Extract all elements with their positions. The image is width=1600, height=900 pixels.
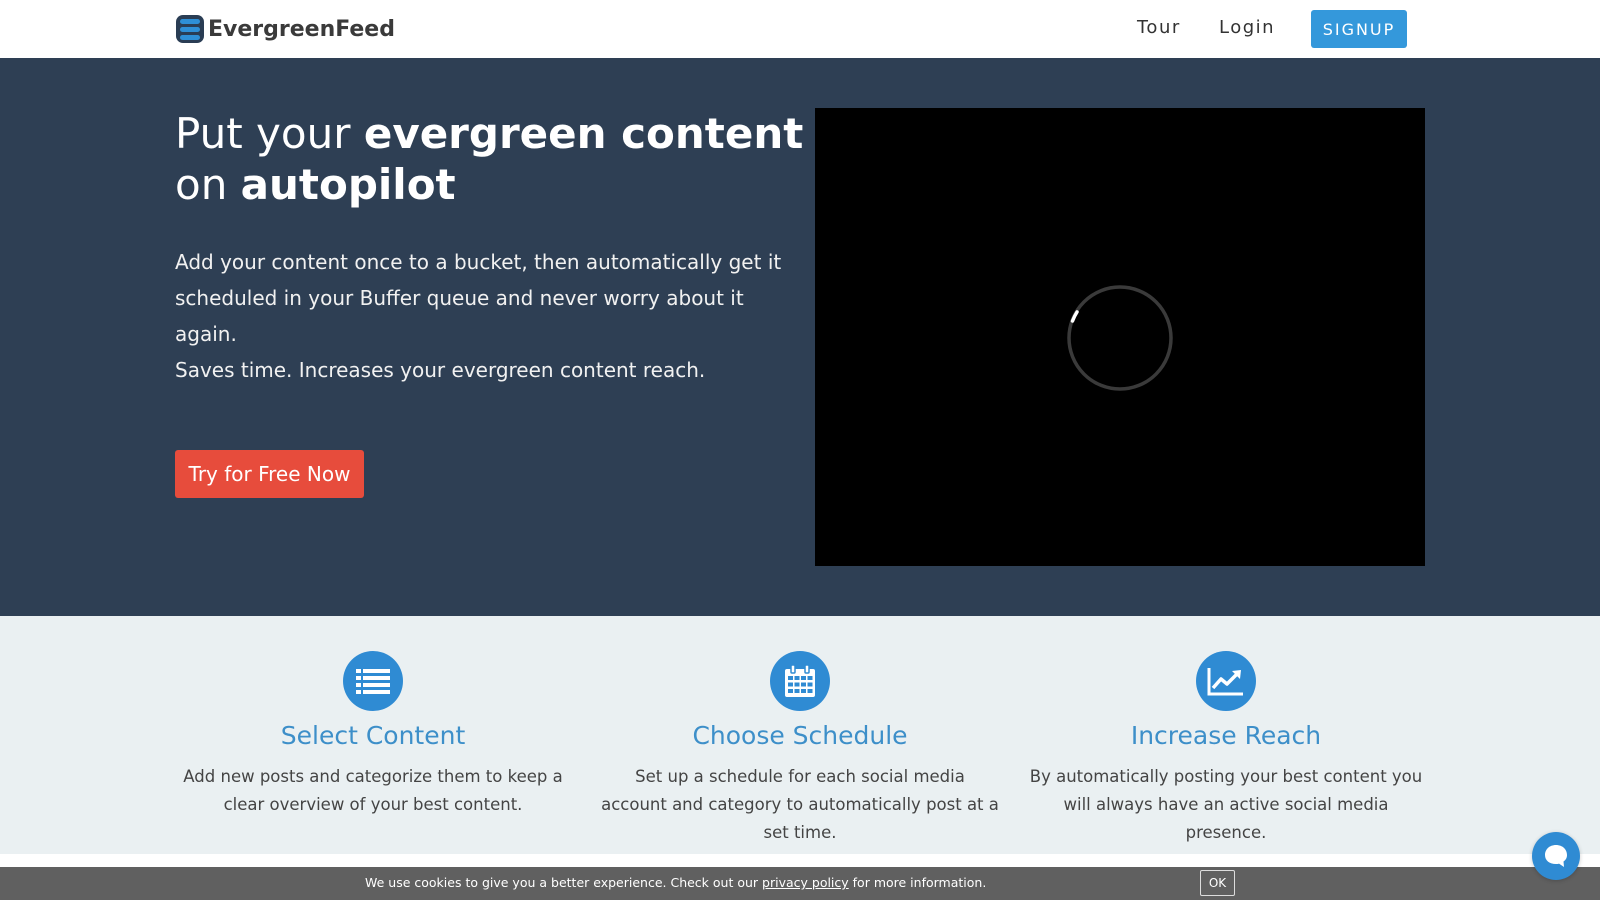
chat-widget-button[interactable] [1532, 832, 1580, 880]
feature-title: Select Content [280, 721, 466, 750]
nav-login-link[interactable]: Login [1219, 17, 1275, 38]
hero-title-text-1: Put your [175, 109, 364, 158]
video-player[interactable] [815, 108, 1425, 566]
feature-description: By automatically posting your best conte… [1029, 767, 1423, 842]
cookie-text-before: We use cookies to give you a better expe… [365, 875, 763, 890]
loading-spinner-icon [1067, 285, 1173, 391]
calendar-icon [770, 651, 830, 711]
cookie-ok-button[interactable]: OK [1200, 870, 1235, 896]
top-navbar: EvergreenFeed Tour Login SIGNUP [0, 0, 1600, 58]
hero-title-bold-2: autopilot [240, 160, 456, 209]
hero-title-bold-1: evergreen content [363, 109, 804, 158]
chat-bubble-icon [1545, 845, 1567, 867]
feature-title: Choose Schedule [692, 721, 908, 750]
privacy-policy-link[interactable]: privacy policy [762, 875, 849, 890]
cookie-message: We use cookies to give you a better expe… [365, 875, 986, 890]
cookie-banner: We use cookies to give you a better expe… [0, 867, 1600, 900]
feature-description: Set up a schedule for each social media … [601, 767, 999, 842]
hero-title-text-2: on [175, 160, 241, 209]
features-section: Select Content Add new posts and categor… [0, 616, 1600, 854]
feature-description: Add new posts and categorize them to kee… [183, 767, 563, 814]
feature-title: Increase Reach [1130, 721, 1322, 750]
logo-icon [176, 15, 204, 43]
signup-button[interactable]: SIGNUP [1311, 10, 1407, 48]
chart-up-icon [1196, 651, 1256, 711]
hero-description: Add your content once to a bucket, then … [175, 250, 782, 346]
nav-tour-link[interactable]: Tour [1137, 17, 1181, 38]
cookie-text-after: for more information. [848, 875, 987, 890]
list-icon [343, 651, 403, 711]
logo-link[interactable]: EvergreenFeed [176, 14, 395, 44]
logo-text: EvergreenFeed [208, 16, 395, 42]
hero-tagline: Saves time. Increases your evergreen con… [175, 358, 706, 382]
hero-title: Put your evergreen content on autopilot [175, 108, 805, 210]
try-free-button[interactable]: Try for Free Now [175, 450, 364, 498]
